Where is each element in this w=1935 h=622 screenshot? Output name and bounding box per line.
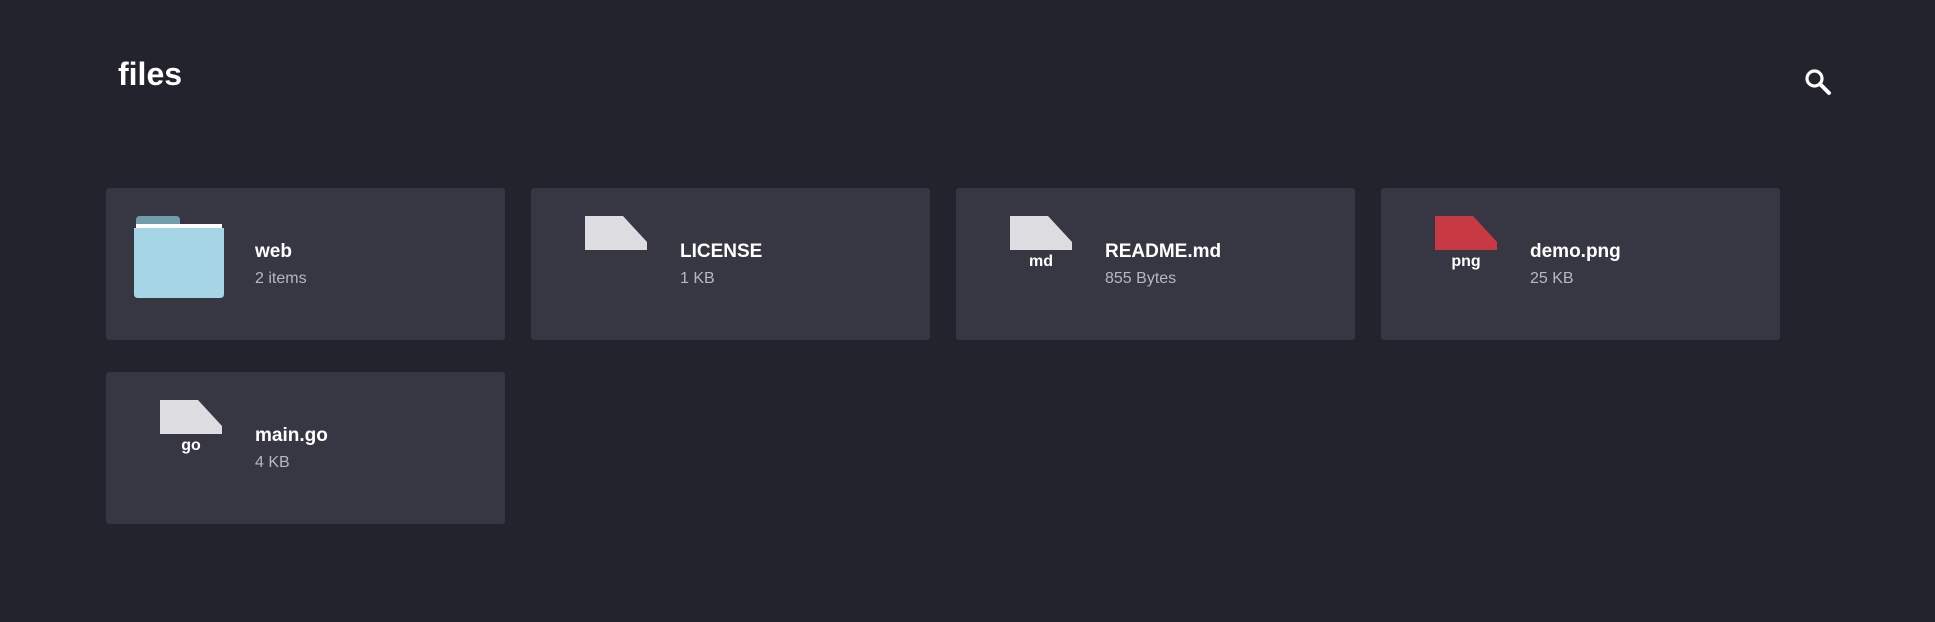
file-extension-label: go [181, 437, 201, 454]
file-icon [160, 400, 222, 434]
file-name: LICENSE [680, 241, 763, 262]
file-meta: 855 Bytes [1105, 270, 1177, 287]
file-icon [1010, 216, 1072, 250]
file-extension-label: md [1029, 253, 1053, 270]
search-button[interactable] [1800, 64, 1836, 100]
file-card-web[interactable]: web 2 items [106, 188, 505, 340]
file-meta: 4 KB [255, 454, 290, 471]
file-card-info: demo.png 25 KB [1530, 240, 1621, 289]
file-meta: 1 KB [680, 270, 715, 287]
file-browser-page: files web 2 items LICENSE 1 KB md README… [0, 0, 1935, 622]
folder-icon [134, 216, 224, 298]
file-card-info: README.md 855 Bytes [1105, 240, 1221, 289]
file-extension-label: png [1451, 253, 1481, 270]
search-icon [1805, 69, 1831, 95]
file-grid: web 2 items LICENSE 1 KB md README.md 85… [106, 188, 1780, 524]
file-card-icon [559, 216, 649, 300]
file-card-info: web 2 items [255, 240, 307, 289]
file-card-icon: go [134, 400, 224, 484]
file-icon [585, 216, 647, 250]
file-card-readme[interactable]: md README.md 855 Bytes [956, 188, 1355, 340]
file-card-icon [134, 216, 224, 300]
file-name: README.md [1105, 241, 1222, 262]
file-card-icon: md [984, 216, 1074, 300]
file-name: demo.png [1530, 241, 1621, 262]
page-title: files [118, 56, 183, 92]
file-name: web [255, 241, 292, 262]
file-icon [1435, 216, 1497, 250]
file-meta: 25 KB [1530, 270, 1574, 287]
file-card-icon: png [1409, 216, 1499, 300]
file-card-main-go[interactable]: go main.go 4 KB [106, 372, 505, 524]
file-card-license[interactable]: LICENSE 1 KB [531, 188, 930, 340]
file-card-demo-png[interactable]: png demo.png 25 KB [1381, 188, 1780, 340]
file-meta: 2 items [255, 270, 307, 287]
file-card-info: main.go 4 KB [255, 424, 328, 473]
file-name: main.go [255, 425, 328, 446]
file-card-info: LICENSE 1 KB [680, 240, 762, 289]
